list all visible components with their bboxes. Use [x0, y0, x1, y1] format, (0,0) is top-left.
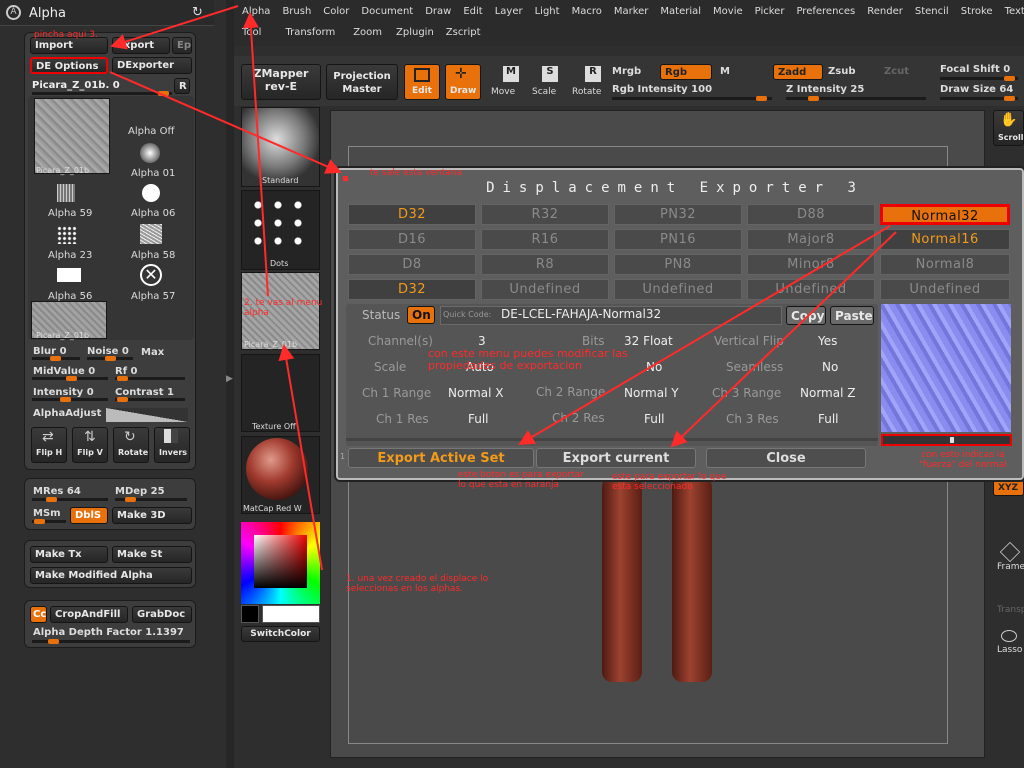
- arrow-to-export-current: [670, 231, 897, 448]
- arrow-to-de-options: [110, 5, 239, 50]
- arrow-to-alpha-thumb: [278, 344, 323, 571]
- arrow-to-export-active: [518, 225, 891, 446]
- annotation-arrows: [109, 5, 897, 571]
- arrow-to-alpha-menu: [242, 12, 269, 297]
- arrow-to-dialog: [109, 71, 342, 174]
- marker-dot: [343, 176, 348, 181]
